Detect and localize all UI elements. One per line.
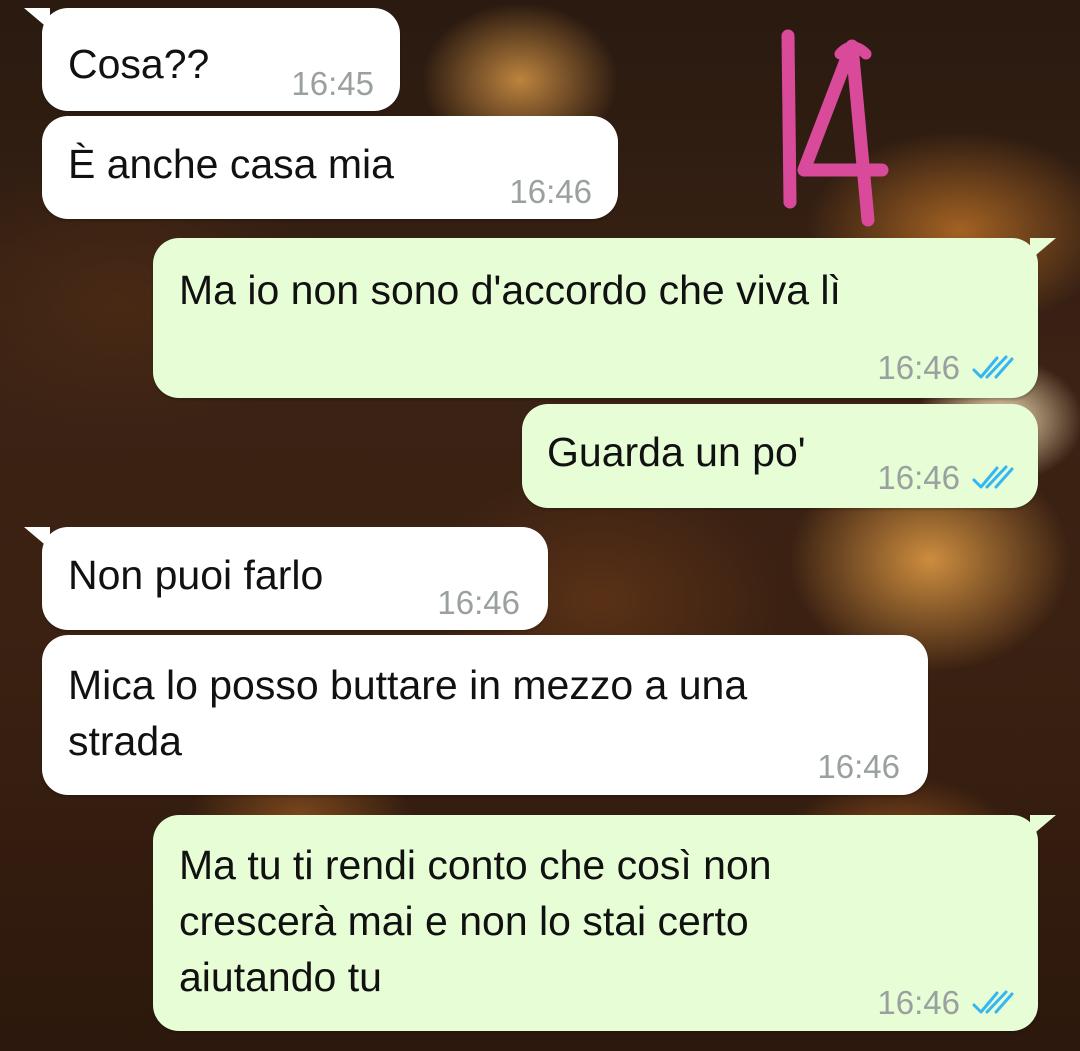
bubble-tail (1030, 815, 1056, 837)
message-bubble-incoming[interactable]: Cosa?? 16:45 (24, 8, 400, 112)
message-meta: 16:46 (877, 975, 1014, 1031)
message-bubble-outgoing[interactable]: Guarda un po' 16:46 (522, 404, 1038, 508)
message-text: Ma tu ti rendi conto che così non cresce… (179, 842, 772, 1000)
message-meta: 16:46 (877, 450, 1014, 506)
bubble-tail (24, 527, 50, 549)
message-bubble-outgoing[interactable]: Ma io non sono d'accordo che viva lì 16:… (153, 238, 1056, 398)
message-time: 16:46 (817, 748, 900, 785)
message-meta: 16:46 (437, 575, 520, 631)
double-check-read-icon (972, 355, 1014, 379)
message-bubble-outgoing[interactable]: Ma tu ti rendi conto che così non cresce… (153, 815, 1056, 1031)
message-text: Ma io non sono d'accordo che viva lì (179, 267, 841, 313)
bubble-tail (1030, 238, 1056, 260)
message-bubble-incoming[interactable]: Non puoi farlo 16:46 (24, 527, 548, 631)
double-check-read-icon (972, 990, 1014, 1014)
message-meta: 16:46 (817, 739, 900, 795)
message-text: Non puoi farlo (68, 552, 324, 598)
message-meta: 16:46 (509, 164, 592, 220)
message-time: 16:46 (437, 584, 520, 621)
message-text: Mica lo posso buttare in mezzo a una str… (68, 662, 748, 764)
message-time: 16:45 (291, 65, 374, 102)
message-text: È anche casa mia (68, 141, 394, 187)
message-time: 16:46 (877, 459, 960, 496)
message-time: 16:46 (877, 349, 960, 386)
message-text: Guarda un po' (547, 429, 806, 475)
message-text: Cosa?? (68, 41, 210, 87)
message-meta: 16:46 (877, 340, 1014, 396)
handwritten-number-badge (781, 29, 889, 227)
bubble-tail (24, 8, 50, 30)
message-time: 16:46 (509, 173, 592, 210)
message-bubble-incoming[interactable]: Mica lo posso buttare in mezzo a una str… (42, 635, 928, 795)
message-meta: 16:45 (291, 56, 374, 112)
message-bubble-incoming[interactable]: È anche casa mia 16:46 (42, 116, 618, 219)
double-check-read-icon (972, 465, 1014, 489)
message-time: 16:46 (877, 984, 960, 1021)
